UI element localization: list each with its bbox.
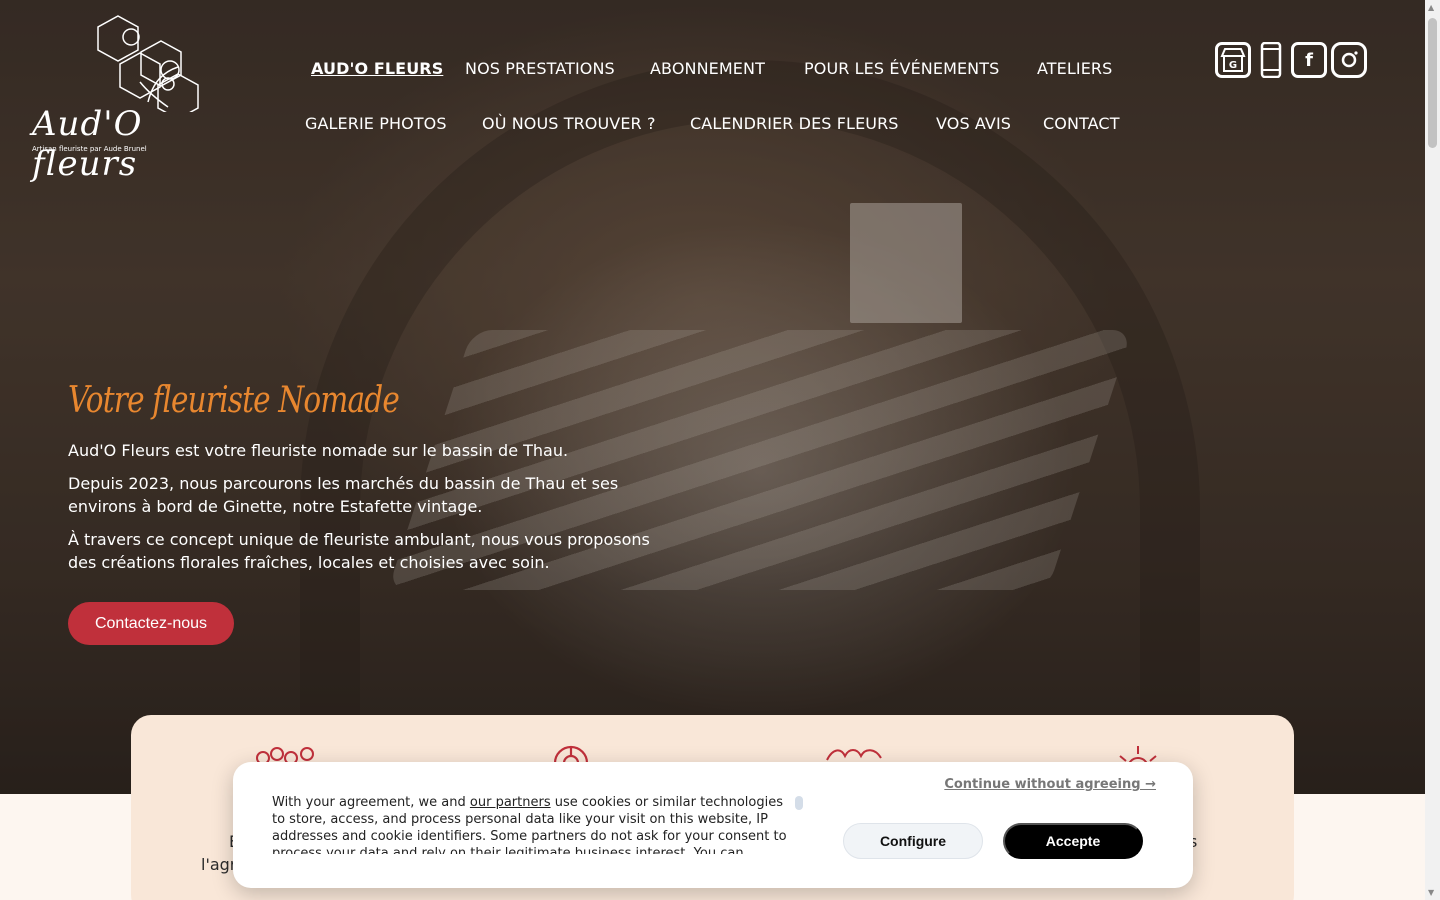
cookie-text: With your agreement, we and our partners…: [272, 794, 792, 854]
accept-button[interactable]: Accepte: [1003, 823, 1143, 859]
hero-paragraph-1: Aud'O Fleurs est votre fleuriste nomade …: [68, 441, 569, 460]
nav-item-galerie-photos[interactable]: GALERIE PHOTOS: [305, 114, 447, 133]
phone-icon[interactable]: [1255, 42, 1287, 78]
page-scrollbar[interactable]: ▲ ▼: [1425, 0, 1440, 900]
scrollbar-thumb[interactable]: [1428, 18, 1437, 148]
cookie-text-scrollbar[interactable]: [795, 796, 803, 810]
nav-item-nos-prestations[interactable]: NOS PRESTATIONS: [465, 59, 615, 78]
nav-item-abonnement[interactable]: ABONNEMENT: [650, 59, 765, 78]
facebook-icon[interactable]: f: [1291, 42, 1327, 78]
our-partners-link[interactable]: our partners: [470, 795, 551, 810]
scroll-up-arrow-icon[interactable]: ▲: [1428, 3, 1434, 12]
contact-button[interactable]: Contactez-nous: [68, 602, 234, 645]
hero-intro: Votre fleuriste Nomade Aud'O Fleurs est …: [68, 380, 668, 574]
continue-without-agreeing-link[interactable]: Continue without agreeing →: [944, 777, 1156, 792]
hexagon-flower-icon: [97, 15, 199, 120]
phone-shape: [1260, 42, 1282, 78]
hero-title: Votre fleuriste Nomade: [68, 380, 400, 421]
nav-item-vos-avis[interactable]: VOS AVIS: [936, 114, 1011, 133]
google-letter: G: [1229, 60, 1237, 71]
nav-item-contact[interactable]: CONTACT: [1043, 114, 1120, 133]
configure-button[interactable]: Configure: [843, 823, 983, 859]
scroll-down-arrow-icon[interactable]: ▼: [1428, 888, 1434, 897]
site-logo[interactable]: Aud'O fleurs Artisan fleuriste par Aude …: [28, 12, 238, 184]
shop-icon: G: [1220, 48, 1246, 72]
logo-wordmark: Aud'O fleurs: [32, 104, 143, 184]
feature-text-fragment-2: l'agr: [201, 855, 237, 874]
nav-item-evenements[interactable]: POUR LES ÉVÉNEMENTS: [804, 59, 999, 78]
hero-paragraph-2: Depuis 2023, nous parcourons les marchés…: [68, 474, 619, 516]
google-business-icon[interactable]: G: [1215, 42, 1251, 78]
instagram-icon[interactable]: [1331, 42, 1367, 78]
facebook-letter: f: [1305, 49, 1313, 71]
social-links: G f: [1215, 42, 1371, 78]
hero-paragraph-3: À travers ce concept unique de fleuriste…: [68, 530, 650, 572]
cookie-banner: Continue without agreeing → With your ag…: [233, 762, 1193, 888]
logo-tagline: Artisan fleuriste par Aude Brunel: [32, 145, 147, 153]
nav-item-calendrier[interactable]: CALENDRIER DES FLEURS: [690, 114, 899, 133]
cookie-text-start: With your agreement, we and: [272, 795, 470, 810]
nav-item-ateliers[interactable]: ATELIERS: [1037, 59, 1112, 78]
nav-item-ou-nous-trouver[interactable]: OÙ NOUS TROUVER ?: [482, 114, 656, 133]
nav-item-audo-fleurs[interactable]: AUD'O FLEURS: [311, 59, 443, 78]
instagram-camera: [1341, 51, 1358, 68]
